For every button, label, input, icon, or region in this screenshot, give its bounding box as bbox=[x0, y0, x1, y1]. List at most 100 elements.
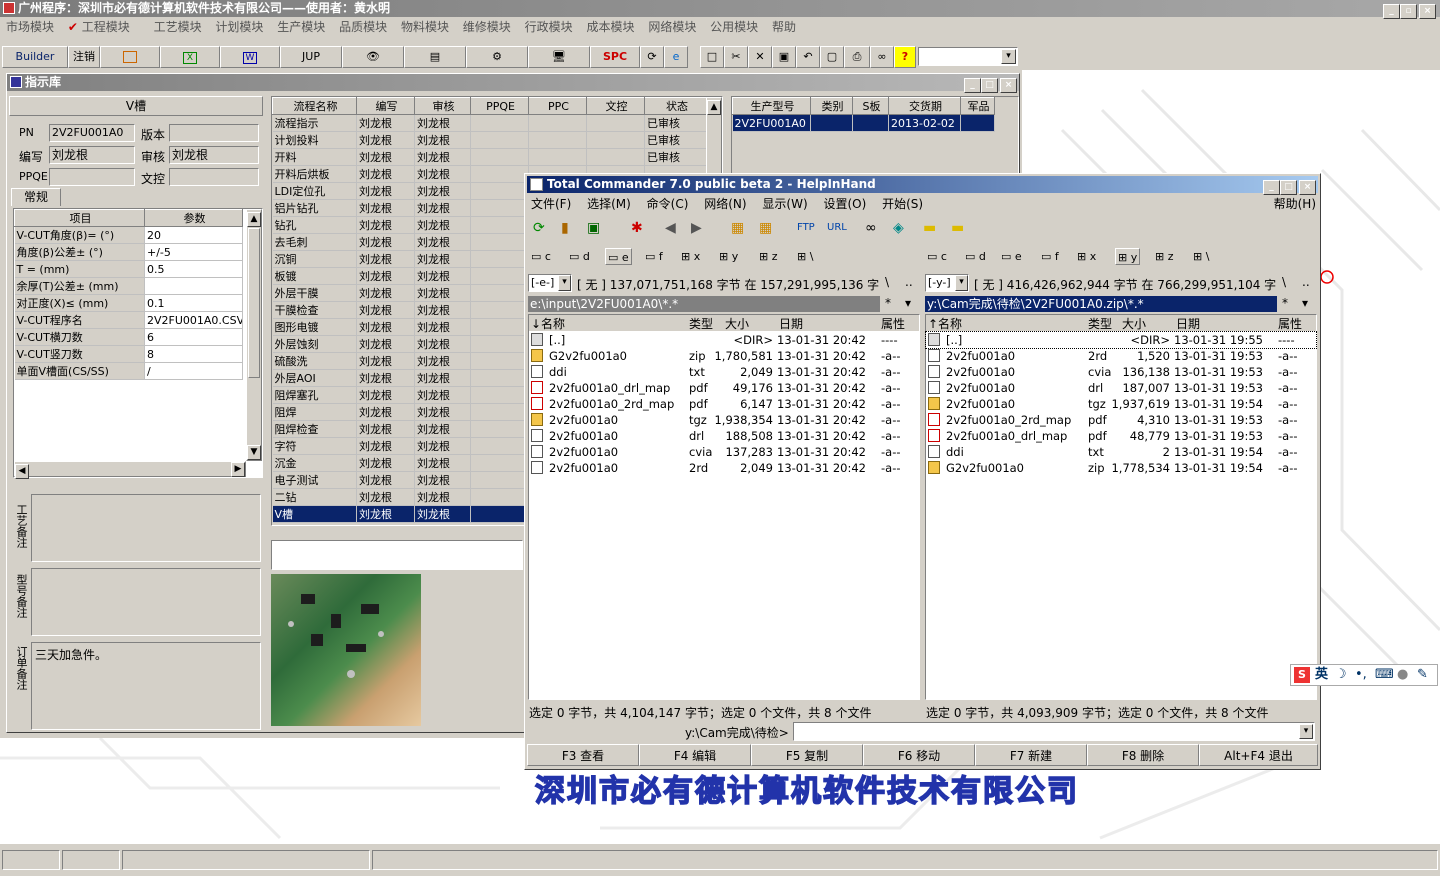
flow-cell[interactable]: 图形电镀 bbox=[272, 318, 357, 336]
flow-cell[interactable]: 二钻 bbox=[272, 488, 357, 506]
flow-cell[interactable] bbox=[586, 131, 645, 149]
flow-cell[interactable]: 刘龙根 bbox=[356, 165, 415, 183]
flow-cell[interactable]: 刘龙根 bbox=[356, 318, 415, 336]
prod-cell[interactable]: 2013-02-02 bbox=[888, 114, 961, 132]
flow-cell[interactable]: 字符 bbox=[272, 437, 357, 455]
flow-cell[interactable] bbox=[470, 148, 529, 166]
param-row[interactable]: T = (mm) 0.5 bbox=[14, 260, 243, 278]
word-button[interactable]: W bbox=[220, 46, 280, 68]
parent-button[interactable]: .. bbox=[1302, 275, 1310, 289]
ime-lang-toggle[interactable]: 英 bbox=[1315, 665, 1328, 685]
scroll-left-icon[interactable]: ◀ bbox=[15, 464, 29, 479]
flow-cell[interactable] bbox=[470, 403, 529, 421]
pack-icon[interactable]: ▦ bbox=[731, 216, 744, 240]
chevron-down-icon[interactable]: ▾ bbox=[1299, 724, 1313, 739]
flow-cell[interactable]: 已审核 bbox=[644, 114, 708, 132]
flow-cell[interactable] bbox=[470, 505, 529, 523]
param-row[interactable]: 对正度(X)≤ (mm) 0.1 bbox=[14, 294, 243, 312]
drive-y-button[interactable]: ⊞ y bbox=[719, 248, 738, 265]
param-item-cell[interactable]: V-CUT横刀数 bbox=[14, 328, 145, 346]
scroll-right-icon[interactable]: ▶ bbox=[231, 462, 245, 477]
file-row[interactable]: 2v2fu001a0 cvia 136,138 13-01-31 19:53 -a-- bbox=[926, 364, 1316, 380]
file-row[interactable]: G2v2fu001a0 zip 1,778,534 13-01-31 19:54 -a-… bbox=[926, 460, 1316, 476]
flow-cell[interactable]: 刘龙根 bbox=[356, 352, 415, 370]
excel-button[interactable]: X bbox=[160, 46, 220, 68]
flow-col-wenkong[interactable]: 文控 bbox=[586, 97, 645, 115]
flow-cell[interactable] bbox=[528, 148, 587, 166]
reviewer-field[interactable]: 刘龙根 bbox=[169, 146, 259, 164]
tc-menu-mark[interactable]: 选择(M) bbox=[587, 197, 631, 211]
punctuation-icon[interactable]: •, bbox=[1355, 665, 1367, 685]
prod-col-delivery[interactable]: 交货期 bbox=[888, 97, 961, 115]
flow-cell[interactable]: 刘龙根 bbox=[414, 216, 471, 234]
flow-cell[interactable] bbox=[470, 454, 529, 472]
prod-cell[interactable] bbox=[960, 114, 995, 132]
flow-cell[interactable]: 刘龙根 bbox=[356, 437, 415, 455]
menu-process[interactable]: 工艺模块 bbox=[154, 20, 202, 34]
prod-row[interactable]: 2V2FU001A0 2013-02-02 bbox=[732, 114, 995, 132]
flow-cell[interactable]: 刘龙根 bbox=[356, 505, 415, 523]
flow-cell[interactable]: 沉金 bbox=[272, 454, 357, 472]
drive-z-button[interactable]: ⊞ z bbox=[759, 248, 778, 265]
flow-row[interactable]: 计划投料 刘龙根 刘龙根 已审核 bbox=[272, 131, 708, 149]
menu-engineering[interactable]: ✔ 工程模块 bbox=[68, 20, 140, 34]
f4-edit-button[interactable]: F4 编辑 bbox=[639, 744, 751, 766]
param-hscrollbar[interactable]: ◀ ▶ bbox=[14, 461, 246, 479]
tc-menu-start[interactable]: 开始(S) bbox=[882, 197, 923, 211]
tc-maximize-button[interactable]: □ bbox=[1280, 180, 1297, 195]
forward-arrow-icon[interactable]: ▶ bbox=[691, 216, 702, 240]
flow-cell[interactable]: 刘龙根 bbox=[356, 454, 415, 472]
menu-cost[interactable]: 成本模块 bbox=[586, 20, 634, 34]
menu-production[interactable]: 生产模块 bbox=[277, 20, 325, 34]
param-scrollbar[interactable]: ▲ ▼ bbox=[246, 209, 262, 461]
folder-icon-2[interactable]: ▬ bbox=[951, 216, 964, 240]
scroll-down-icon[interactable]: ▼ bbox=[247, 445, 261, 460]
builder-button[interactable]: Builder bbox=[2, 46, 68, 68]
flow-col-status[interactable]: 状态 bbox=[644, 97, 708, 115]
flow-cell[interactable]: 刘龙根 bbox=[356, 386, 415, 404]
flow-cell[interactable]: 刘龙根 bbox=[356, 216, 415, 234]
file-row[interactable]: 2v2fu001a0_2rd_map pdf 4,310 13-01-31 19:53… bbox=[926, 412, 1316, 428]
flow-cell[interactable]: 刘龙根 bbox=[414, 267, 471, 285]
f8-delete-button[interactable]: F8 删除 bbox=[1087, 744, 1199, 766]
flow-cell[interactable]: 计划投料 bbox=[272, 131, 357, 149]
flow-cell[interactable]: 刘龙根 bbox=[414, 471, 471, 489]
flow-cell[interactable]: 去毛刺 bbox=[272, 233, 357, 251]
flow-cell[interactable] bbox=[586, 114, 645, 132]
version-field[interactable] bbox=[169, 124, 259, 142]
prod-col-category[interactable]: 类别 bbox=[810, 97, 853, 115]
tc-close-button[interactable]: × bbox=[1299, 180, 1316, 195]
flow-cell[interactable]: 刘龙根 bbox=[414, 165, 471, 183]
drive-e-button[interactable]: ▭ e bbox=[1001, 248, 1022, 265]
flow-cell[interactable] bbox=[470, 335, 529, 353]
param-value-cell[interactable]: 6 bbox=[144, 328, 243, 346]
tc-menu-commands[interactable]: 命令(C) bbox=[647, 197, 689, 211]
f5-copy-button[interactable]: F5 复制 bbox=[751, 744, 863, 766]
flow-cell[interactable]: 刘龙根 bbox=[356, 114, 415, 132]
flow-cell[interactable] bbox=[470, 420, 529, 438]
menu-repair[interactable]: 维修模块 bbox=[463, 20, 511, 34]
param-value-cell[interactable]: 20 bbox=[144, 226, 243, 244]
col-name[interactable]: ↓名称 bbox=[531, 315, 565, 332]
model-note-field[interactable] bbox=[31, 568, 261, 636]
lib-minimize-button[interactable]: _ bbox=[964, 78, 981, 93]
computer-button[interactable]: 🖥 bbox=[528, 46, 590, 68]
f7-mkdir-button[interactable]: F7 新建 bbox=[975, 744, 1087, 766]
flow-cell[interactable]: 刘龙根 bbox=[414, 335, 471, 353]
flow-cell[interactable]: 硫酸洗 bbox=[272, 352, 357, 370]
flow-cell[interactable] bbox=[470, 318, 529, 336]
tc-menu-file[interactable]: 文件(F) bbox=[531, 197, 571, 211]
drive-f-button[interactable]: ▭ f bbox=[645, 248, 663, 265]
sogou-icon[interactable]: S bbox=[1294, 667, 1310, 683]
flow-cell[interactable]: 刘龙根 bbox=[414, 284, 471, 302]
flow-cell[interactable]: 刘龙根 bbox=[414, 403, 471, 421]
col-date[interactable]: 日期 bbox=[1176, 315, 1200, 332]
file-row[interactable]: 2v2fu001a0 2rd 1,520 13-01-31 19:53 -a-- bbox=[926, 348, 1316, 364]
flow-cell[interactable]: 刘龙根 bbox=[414, 233, 471, 251]
flow-cell[interactable]: 刘龙根 bbox=[414, 454, 471, 472]
flow-cell[interactable]: 流程指示 bbox=[272, 114, 357, 132]
param-row[interactable]: 角度(β)公差± (°) +/-5 bbox=[14, 243, 243, 261]
flow-cell[interactable]: 沉铜 bbox=[272, 250, 357, 268]
drive-y-button[interactable]: ⊞ y bbox=[1115, 248, 1141, 265]
flow-cell[interactable] bbox=[586, 148, 645, 166]
